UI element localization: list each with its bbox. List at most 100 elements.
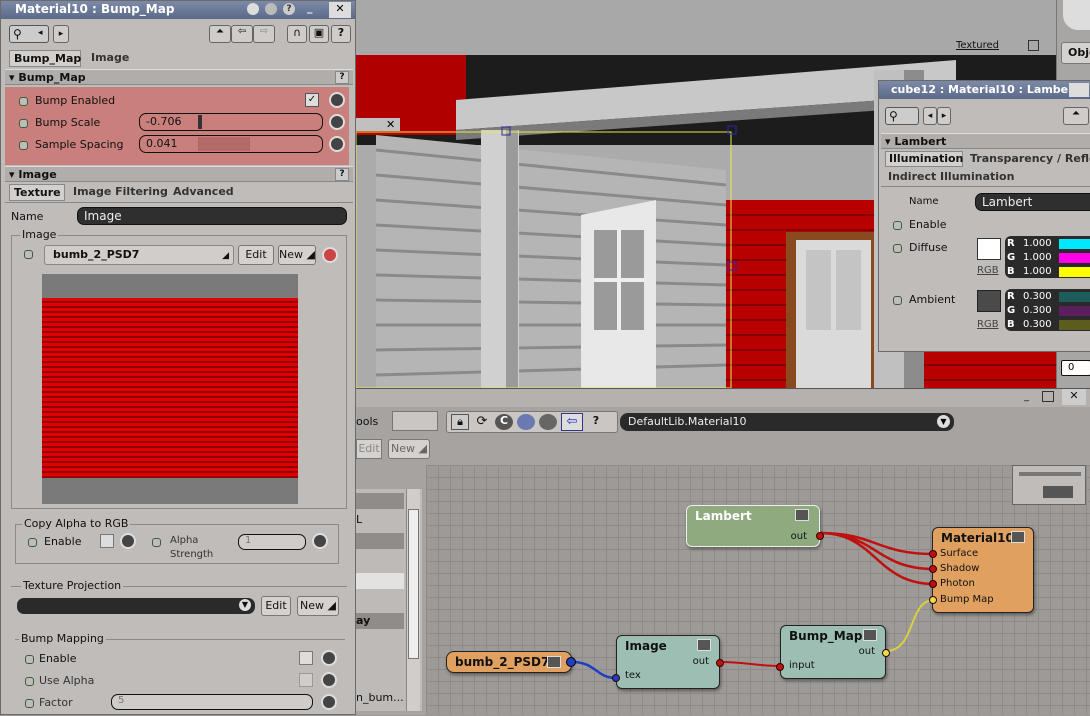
next-button[interactable]: ▸ xyxy=(53,25,69,43)
arrow-left-icon[interactable]: ⇦ xyxy=(231,25,253,43)
editor-titlebar[interactable]: Material10 : Bump_Map ? _ ✕ xyxy=(1,1,355,19)
subtab-image-filtering[interactable]: Image Filtering xyxy=(73,185,168,198)
b-slider-fill[interactable] xyxy=(1059,320,1090,330)
bump-scale-connect-icon[interactable] xyxy=(329,114,345,130)
maximize-viewport-icon[interactable] xyxy=(1028,40,1039,51)
help-button-icon[interactable]: ? xyxy=(331,25,351,43)
upload-icon[interactable]: ⏶ xyxy=(209,25,231,43)
magnet-icon[interactable]: ∩ xyxy=(287,25,307,43)
next-button[interactable]: ▸ xyxy=(937,107,951,125)
help-icon[interactable]: ? xyxy=(283,3,295,15)
viewport-mode-label[interactable]: Textured xyxy=(956,40,999,51)
copy-alpha-connect-icon[interactable] xyxy=(120,533,136,549)
texture-projection-dropdown[interactable]: ▼ xyxy=(17,598,255,614)
bump-map-port[interactable] xyxy=(929,596,937,604)
copy-alpha-checkbox[interactable] xyxy=(100,534,114,548)
ambient-animate-icon[interactable] xyxy=(893,296,902,305)
diffuse-color-swatch[interactable] xyxy=(977,238,1001,260)
bump-scale-value[interactable]: -0.706 xyxy=(146,115,181,128)
bump-enabled-checkbox[interactable]: ✓ xyxy=(305,93,319,107)
ambient-rgb-label[interactable]: RGB xyxy=(977,319,999,330)
use-alpha-checkbox[interactable] xyxy=(299,673,313,687)
node-collapse-icon[interactable] xyxy=(863,629,877,641)
subtab-texture[interactable]: Texture xyxy=(9,184,65,201)
bump-input-port[interactable] xyxy=(776,663,784,671)
sample-spacing-slider[interactable]: 0.041 xyxy=(139,135,323,153)
bm-enable-checkbox[interactable] xyxy=(299,651,313,665)
bump-scale-thumb[interactable] xyxy=(198,115,202,129)
image-tex-port[interactable] xyxy=(612,674,620,682)
bump-enabled-connect-icon[interactable] xyxy=(329,92,345,108)
tab-indirect-illumination[interactable]: Indirect Illumination xyxy=(888,170,1014,183)
factor-connect-icon[interactable] xyxy=(321,694,337,710)
tool-selector[interactable]: ⚲ ◂ xyxy=(9,25,49,43)
minimize-icon[interactable]: _ xyxy=(307,1,313,14)
ambient-color-swatch[interactable] xyxy=(977,290,1001,312)
prev-button[interactable]: ◂ xyxy=(923,107,937,125)
lambert-enable-animate-icon[interactable] xyxy=(893,221,902,230)
bump-scale-animate-icon[interactable] xyxy=(19,119,28,128)
bump-map-section-header[interactable]: ▾ Bump_Map ? xyxy=(5,69,353,85)
node-collapse-icon[interactable] xyxy=(547,656,561,668)
alpha-strength-field[interactable]: 1 xyxy=(238,534,306,550)
close-icon[interactable]: ✕ xyxy=(329,2,351,18)
bumb-out-port[interactable] xyxy=(566,657,576,667)
lambert-titlebar[interactable]: cube12 : Material10 : Lambert xyxy=(879,81,1090,99)
tab-bump-map[interactable]: Bump_Map xyxy=(9,50,81,67)
tool-selector[interactable]: ⚲ xyxy=(885,107,919,125)
ambient-b-value[interactable]: 0.300 xyxy=(1023,319,1052,330)
projection-new-button[interactable]: New ◢ xyxy=(297,596,339,616)
lambert-section-header[interactable]: ▾ Lambert xyxy=(881,133,1090,149)
image-animate-icon[interactable] xyxy=(24,250,33,259)
lambert-node[interactable]: Lambert out xyxy=(686,505,824,547)
g-slider-fill[interactable] xyxy=(1059,306,1090,316)
section-help-icon[interactable]: ? xyxy=(335,71,349,84)
bump-enabled-animate-icon[interactable] xyxy=(19,97,28,106)
image-connect-icon[interactable] xyxy=(322,247,338,263)
photon-port[interactable] xyxy=(929,580,937,588)
lambert-name-field[interactable]: Lambert xyxy=(975,193,1090,211)
image-new-button[interactable]: New ◢ xyxy=(278,245,316,265)
enable-animate-icon[interactable] xyxy=(28,538,37,547)
bump-out-port[interactable] xyxy=(882,649,890,657)
ambient-r-value[interactable]: 0.300 xyxy=(1023,291,1052,302)
node-collapse-icon[interactable] xyxy=(697,639,711,651)
use-alpha-animate-icon[interactable] xyxy=(25,677,34,686)
diffuse-animate-icon[interactable] xyxy=(893,244,902,253)
bm-enable-connect-icon[interactable] xyxy=(321,650,337,666)
diffuse-rgb-label[interactable]: RGB xyxy=(977,265,999,276)
factor-animate-icon[interactable] xyxy=(25,699,34,708)
image-edit-button[interactable]: Edit xyxy=(238,245,274,265)
object-tab[interactable]: Obje xyxy=(1061,42,1090,64)
tab-image[interactable]: Image xyxy=(91,51,129,64)
tab-illumination[interactable]: Illumination xyxy=(885,151,963,167)
sample-spacing-animate-icon[interactable] xyxy=(19,141,28,150)
diffuse-b-value[interactable]: 1.000 xyxy=(1023,266,1052,277)
ambient-g-value[interactable]: 0.300 xyxy=(1023,305,1052,316)
arrow-right-icon[interactable]: ⇨ xyxy=(253,25,275,43)
lambert-out-port[interactable] xyxy=(816,532,824,540)
r-slider-fill[interactable] xyxy=(1059,239,1090,249)
section-help-icon[interactable]: ? xyxy=(335,168,349,181)
use-alpha-connect-icon[interactable] xyxy=(321,672,337,688)
panel-menu-icon[interactable] xyxy=(1069,83,1089,97)
shadow-port[interactable] xyxy=(929,565,937,573)
bump-scale-slider[interactable]: -0.706 xyxy=(139,113,323,131)
upload-icon[interactable]: ⏶ xyxy=(1063,107,1089,125)
sample-spacing-connect-icon[interactable] xyxy=(329,136,345,152)
image-out-port[interactable] xyxy=(716,659,724,667)
bump-map-node[interactable]: Bump_Map out input xyxy=(776,625,890,679)
factor-slider[interactable]: 5 xyxy=(111,694,313,710)
node-collapse-icon[interactable] xyxy=(1011,531,1025,543)
alpha-strength-connect-icon[interactable] xyxy=(312,533,328,549)
alpha-strength-animate-icon[interactable] xyxy=(152,538,161,547)
image-section-header[interactable]: ▾ Image ? xyxy=(5,166,353,182)
tab-transparency[interactable]: Transparency / Refle xyxy=(970,152,1090,165)
image-node[interactable]: Image out tex xyxy=(612,635,724,689)
b-slider-fill[interactable] xyxy=(1059,267,1090,277)
bumb-node[interactable]: bumb_2_PSD7 xyxy=(446,651,576,673)
node-collapse-icon[interactable] xyxy=(795,509,809,521)
diffuse-g-value[interactable]: 1.000 xyxy=(1023,252,1052,263)
r-slider-fill[interactable] xyxy=(1059,292,1090,302)
surface-port[interactable] xyxy=(929,550,937,558)
